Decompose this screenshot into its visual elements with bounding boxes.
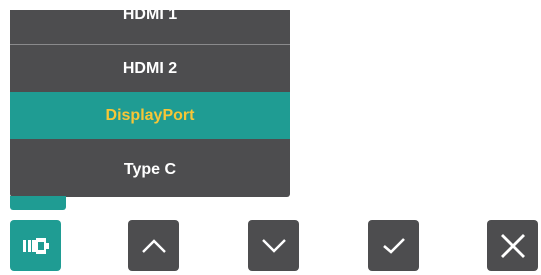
menu-item-label: Type C	[123, 160, 177, 178]
menu-item-hdmi-1[interactable]: HDMI 1	[10, 0, 290, 38]
down-button[interactable]	[248, 220, 299, 271]
checkmark-icon	[382, 237, 406, 255]
confirm-button[interactable]	[368, 220, 419, 271]
menu-item-label: HDMI 1	[122, 6, 178, 23]
menu-item-label: HDMI 2	[122, 59, 178, 77]
up-button[interactable]	[128, 220, 179, 271]
menu-item-label: DisplayPort	[105, 106, 195, 124]
menu-item-type-c[interactable]: Type C	[10, 146, 290, 193]
input-source-menu: HDMI 1 HDMI 2 DisplayPort Type C	[10, 6, 290, 197]
input-source-button[interactable]	[10, 220, 61, 271]
input-source-icon	[21, 237, 51, 255]
close-button[interactable]	[487, 220, 538, 271]
menu-item-hdmi-2[interactable]: HDMI 2	[10, 45, 290, 92]
chevron-down-icon	[261, 238, 287, 254]
active-tab-indicator	[10, 196, 66, 210]
close-icon	[500, 233, 526, 259]
chevron-up-icon	[141, 238, 167, 254]
menu-item-displayport[interactable]: DisplayPort	[10, 92, 290, 139]
